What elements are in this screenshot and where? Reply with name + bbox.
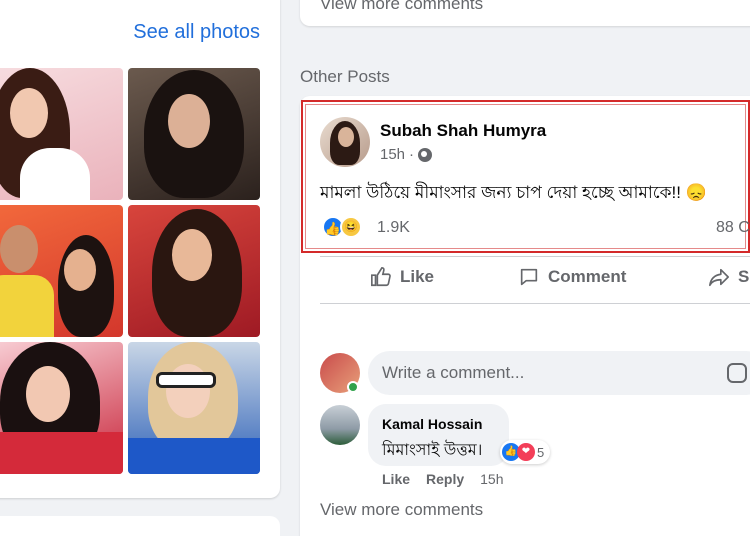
comment-like-link[interactable]: Like (382, 471, 410, 487)
online-indicator (347, 381, 359, 393)
comment-icon (520, 268, 538, 286)
globe-icon (418, 147, 433, 162)
photo-1[interactable] (0, 68, 123, 200)
share-button[interactable]: S (708, 266, 749, 288)
comment-reaction-count: 5 (537, 444, 545, 460)
commenter-avatar[interactable] (320, 405, 360, 445)
share-icon (709, 268, 729, 287)
haha-reaction-icon: 😆 (340, 216, 362, 238)
photos-card: See all photos (0, 0, 280, 498)
author-avatar[interactable] (320, 117, 370, 167)
divider-top (320, 256, 750, 257)
post-meta: 15h · (380, 146, 433, 163)
comment-input[interactable]: Write a comment... (368, 351, 750, 395)
photo-grid (0, 68, 261, 474)
see-all-photos-link[interactable]: See all photos (133, 21, 260, 44)
photo-3[interactable] (0, 205, 123, 337)
like-label: Like (400, 267, 435, 286)
sad-emoji: 😞 (685, 183, 707, 202)
photo-4[interactable] (128, 205, 260, 337)
photo-2[interactable] (128, 68, 260, 200)
comment-button[interactable]: Comment (518, 266, 626, 288)
comment-actions: Like Reply 15h (382, 471, 504, 487)
commenter-name[interactable]: Kamal Hossain (382, 416, 482, 432)
post-text-body: মামলা উঠিয়ে মীমাংসার জন্য চাপ দেয়া হচ্… (320, 183, 681, 202)
post-text: মামলা উঠিয়ে মীমাংসার জন্য চাপ দেয়া হচ্… (320, 180, 707, 208)
love-reaction-icon: ❤ (517, 443, 535, 461)
comment-reactions[interactable]: 👍 ❤ 5 (500, 440, 551, 464)
other-posts-heading: Other Posts (300, 67, 390, 86)
comment-text: মিমাংসাই উত্তম। (382, 442, 483, 459)
sticker-icon[interactable] (727, 363, 747, 383)
reaction-icons[interactable]: 👍 😆 (322, 216, 362, 238)
post-author[interactable]: Subah Shah Humyra (380, 121, 546, 141)
reaction-count[interactable]: 1.9K (377, 219, 410, 237)
comment-reply-link[interactable]: Reply (426, 471, 464, 487)
left-bottom-card (0, 516, 280, 536)
comment-time[interactable]: 15h (480, 471, 503, 487)
comment-label: Comment (548, 267, 627, 286)
comment-count[interactable]: 88 C (716, 219, 750, 237)
photo-6[interactable] (128, 342, 260, 474)
divider-bottom (320, 303, 750, 304)
post-time[interactable]: 15h (380, 146, 405, 163)
view-more-comments[interactable]: View more comments (320, 500, 483, 520)
view-more-comments-top[interactable]: View more comments (320, 0, 483, 14)
photo-5[interactable] (0, 342, 123, 474)
previous-post-card: View more comments (300, 0, 750, 26)
thumbs-up-icon (371, 267, 391, 287)
like-button[interactable]: Like (370, 266, 434, 288)
share-label: S (738, 267, 750, 286)
